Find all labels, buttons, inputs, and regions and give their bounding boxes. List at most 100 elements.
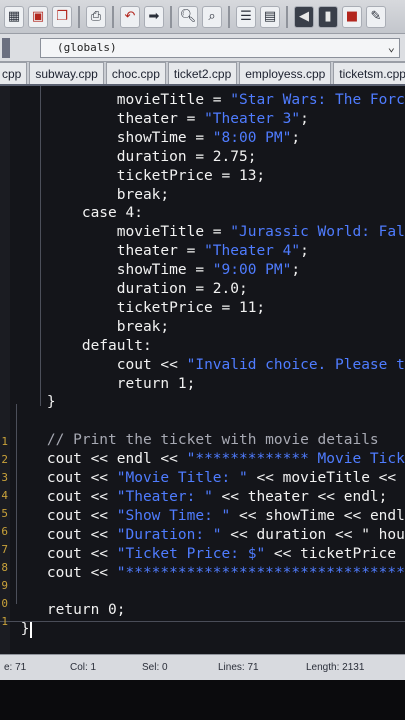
line-number: 5 xyxy=(1,507,8,520)
list-icon[interactable]: ☰ xyxy=(236,5,256,28)
code-text: showTime = xyxy=(12,129,213,146)
code-line: // Print the ticket with movie details xyxy=(12,431,379,449)
code-text: return 1; xyxy=(12,375,196,392)
code-line: cout << "Movie Title: " << movieTitle <<… xyxy=(12,469,405,487)
code-line: cout << "Ticket Price: $" << ticketPrice… xyxy=(12,545,405,563)
code-text: ; xyxy=(291,262,301,279)
new-file-icon[interactable]: ▣ xyxy=(28,5,48,28)
line-number: 0 xyxy=(1,597,8,610)
line-number: 3 xyxy=(1,471,8,484)
line-number: 4 xyxy=(1,489,8,502)
stop-icon[interactable]: ■ xyxy=(342,5,362,28)
status-line: e: 71 xyxy=(4,662,27,673)
status-sel: Sel: 0 xyxy=(142,662,168,673)
code-string: "************* Movie Ticket ************… xyxy=(186,451,405,468)
text-caret xyxy=(30,622,32,638)
scope-dropdown[interactable]: (globals) ⌄ xyxy=(40,37,400,58)
file-tab[interactable]: cpp xyxy=(0,62,28,84)
code-string: "Theater: " xyxy=(116,488,213,505)
toolbar-separator xyxy=(170,5,172,28)
code-string: "Duration: " xyxy=(116,526,222,543)
code-line: duration = 2.0; xyxy=(12,280,248,298)
file-tab[interactable]: ticketsm.cpp xyxy=(333,62,405,84)
bookmark-icon[interactable]: ◀ xyxy=(294,5,314,28)
code-line: showTime = "8:00 PM"; xyxy=(12,129,300,147)
grid-icon[interactable]: ▦ xyxy=(4,5,24,28)
file-tab[interactable]: ticket2.cpp xyxy=(167,62,238,84)
code-text: << showTime << endl; xyxy=(230,507,405,524)
code-editor[interactable]: movieTitle = "Star Wars: The Force Awake… xyxy=(0,86,405,654)
code-text: ticketPrice = 11; xyxy=(12,299,266,316)
code-line: case 4: xyxy=(12,204,143,222)
status-length: Length: 2131 xyxy=(306,662,365,673)
code-string: "Show Time: " xyxy=(116,507,231,524)
code-line: break; xyxy=(12,318,169,336)
file-tab[interactable]: choc.cpp xyxy=(105,62,166,84)
code-string: "***************************************… xyxy=(116,564,405,581)
code-string: "Jurassic World: Fallen Kingdom" xyxy=(230,224,405,241)
monitor-bezel xyxy=(0,680,405,720)
code-line: theater = "Theater 4"; xyxy=(12,242,309,260)
toolbar-separator xyxy=(228,5,230,28)
code-text: movieTitle = xyxy=(12,92,231,108)
code-line: ticketPrice = 11; xyxy=(12,299,265,317)
outline-icon[interactable]: ▤ xyxy=(260,5,280,28)
toolbar-separator xyxy=(112,5,114,28)
code-text: break; xyxy=(12,186,170,203)
code-text: cout << xyxy=(12,564,117,581)
copy-icon[interactable]: ❐ xyxy=(52,5,72,28)
record-icon[interactable]: ▮ xyxy=(318,5,338,28)
code-text: cout << xyxy=(12,488,117,505)
code-string: "Theater 4" xyxy=(204,243,301,260)
code-line: cout << endl << "************* Movie Tic… xyxy=(12,450,405,468)
print-icon[interactable]: ⎙ xyxy=(86,5,106,28)
redo-icon[interactable]: ➡ xyxy=(144,5,164,28)
file-tab[interactable]: employess.cpp xyxy=(239,62,332,84)
code-text: cout << xyxy=(12,526,117,543)
code-text: ; xyxy=(291,129,301,146)
line-number: 6 xyxy=(1,525,8,538)
code-line: movieTitle = "Jurassic World: Fallen Kin… xyxy=(12,223,405,241)
code-text: theater = xyxy=(12,243,205,260)
code-line: duration = 2.75; xyxy=(12,148,257,166)
code-text: default: xyxy=(12,337,152,354)
code-line: cout << "*******************************… xyxy=(12,564,405,582)
code-text: cout << endl << xyxy=(12,451,187,468)
code-text: cout << xyxy=(12,507,117,524)
undo-icon[interactable]: ↶ xyxy=(120,5,140,28)
toolbar-grip[interactable] xyxy=(2,37,10,58)
code-line: } xyxy=(12,620,30,638)
status-col: Col: 1 xyxy=(70,662,97,673)
code-line: movieTitle = "Star Wars: The Force Awake… xyxy=(12,91,405,109)
code-line: cout << "Duration: " << duration << " ho… xyxy=(12,526,405,544)
comment-icon[interactable]: ✎ xyxy=(366,5,386,28)
code-line: cout << "Theater: " << theater << endl; xyxy=(12,488,388,506)
code-string: "Movie Title: " xyxy=(116,470,248,486)
code-text: movieTitle = xyxy=(12,224,231,241)
toolbar-separator xyxy=(78,5,80,28)
code-text: } xyxy=(12,394,56,411)
code-string: "8:00 PM" xyxy=(212,129,292,146)
find-icon[interactable]: 🔍︎ xyxy=(178,5,198,28)
code-text: << movieTitle << endl; xyxy=(256,470,405,486)
code-line: break; xyxy=(12,186,169,204)
file-tab[interactable]: subway.cpp xyxy=(29,62,104,84)
status-bar: e: 71 Col: 1 Sel: 0 Lines: 71 Length: 21… xyxy=(0,654,405,680)
code-line: cout << "Show Time: " << showTime << end… xyxy=(12,507,405,525)
code-string: "Theater 3" xyxy=(204,110,301,127)
toolbar: ▦ ▣ ❐ ⎙ ↶ ➡ 🔍︎ ⌕ ☰ ▤ ◀ ▮ ■ ✎ xyxy=(0,0,405,34)
status-lines: Lines: 71 xyxy=(218,662,259,673)
code-line: theater = "Theater 3"; xyxy=(12,110,309,128)
toolbar-separator xyxy=(286,5,288,28)
replace-icon[interactable]: ⌕ xyxy=(202,5,222,28)
code-text: ticketPrice = 13; xyxy=(12,167,266,184)
code-text: break; xyxy=(12,318,170,335)
code-string: "9:00 PM" xyxy=(212,262,292,279)
code-text: << theater << endl; xyxy=(212,488,388,505)
code-line: cout << "Invalid choice. Please try agai… xyxy=(12,356,405,374)
code-text: << ticketPrice << endl; xyxy=(273,545,405,562)
code-comment: // Print the ticket with movie details xyxy=(12,432,379,449)
code-text: ; xyxy=(300,110,309,127)
chevron-down-icon[interactable]: ⌄ xyxy=(388,40,395,54)
code-text: cout << xyxy=(12,470,117,486)
